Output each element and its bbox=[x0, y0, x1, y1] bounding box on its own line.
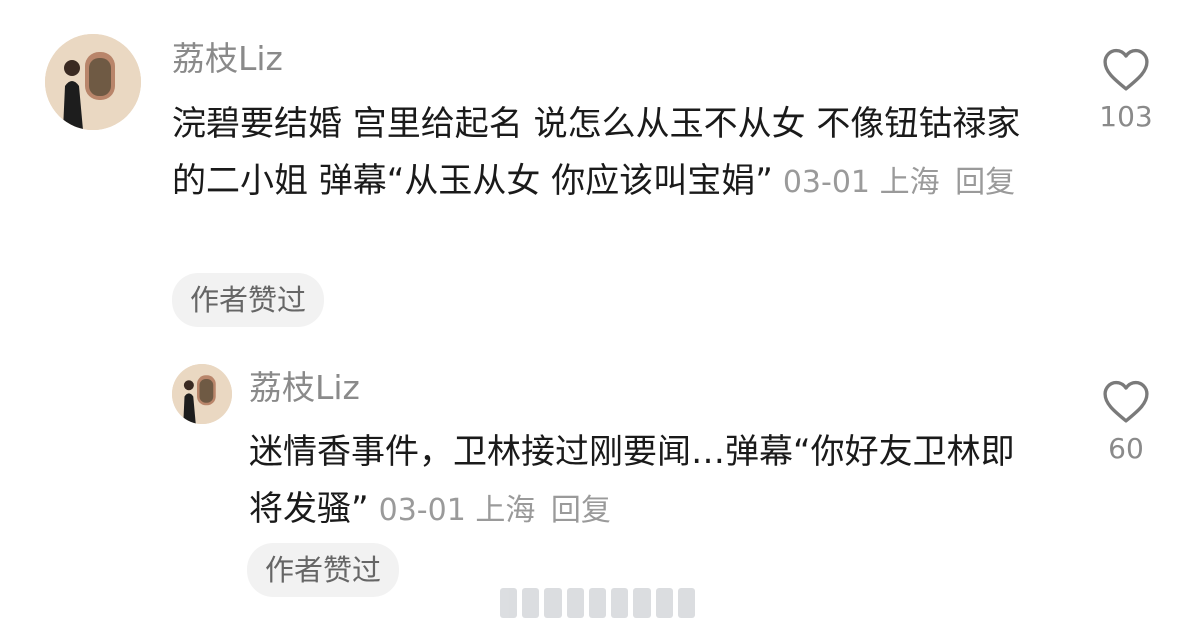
author-liked-badge: 作者赞过 bbox=[247, 543, 400, 597]
heart-outline-icon bbox=[1103, 48, 1149, 91]
avatar-image bbox=[45, 34, 141, 130]
comment-content: 浣碧要结婚 宫里给起名 说怎么从玉不从女 不像钮钴禄家的二小姐 弹幕“从玉从女 … bbox=[172, 96, 1052, 211]
reply-username[interactable]: 荔枝Liz bbox=[249, 371, 360, 404]
like-count: 103 bbox=[1099, 100, 1153, 133]
comment-username[interactable]: 荔枝Liz bbox=[172, 42, 283, 75]
reply-location: 上海 bbox=[475, 493, 536, 528]
comment-date: 03-01 bbox=[782, 165, 871, 200]
like-count: 60 bbox=[1108, 432, 1144, 465]
avatar[interactable] bbox=[45, 34, 141, 130]
like-button[interactable]: 103 bbox=[1086, 46, 1166, 133]
comment-location: 上海 bbox=[879, 165, 940, 200]
reply-button[interactable]: 回复 bbox=[551, 493, 611, 528]
reply-text: 迷情香事件，卫林接过刚要闻…弹幕“你好友卫林即将发骚” bbox=[249, 432, 1015, 529]
reply-content: 迷情香事件，卫林接过刚要闻…弹幕“你好友卫林即将发骚” 03-01 上海 回复 bbox=[249, 424, 1039, 539]
reply-date: 03-01 bbox=[378, 493, 466, 528]
reply-button[interactable]: 回复 bbox=[955, 165, 1015, 200]
heart-outline-icon bbox=[1103, 380, 1149, 423]
avatar[interactable] bbox=[172, 364, 232, 424]
reply-meta: 03-01 上海 回复 bbox=[379, 493, 611, 528]
comment-meta: 03-01 上海 回复 bbox=[783, 165, 1015, 200]
avatar-image bbox=[172, 364, 232, 424]
author-liked-badge: 作者赞过 bbox=[172, 273, 325, 327]
like-button[interactable]: 60 bbox=[1086, 378, 1166, 465]
watermark bbox=[500, 588, 695, 618]
